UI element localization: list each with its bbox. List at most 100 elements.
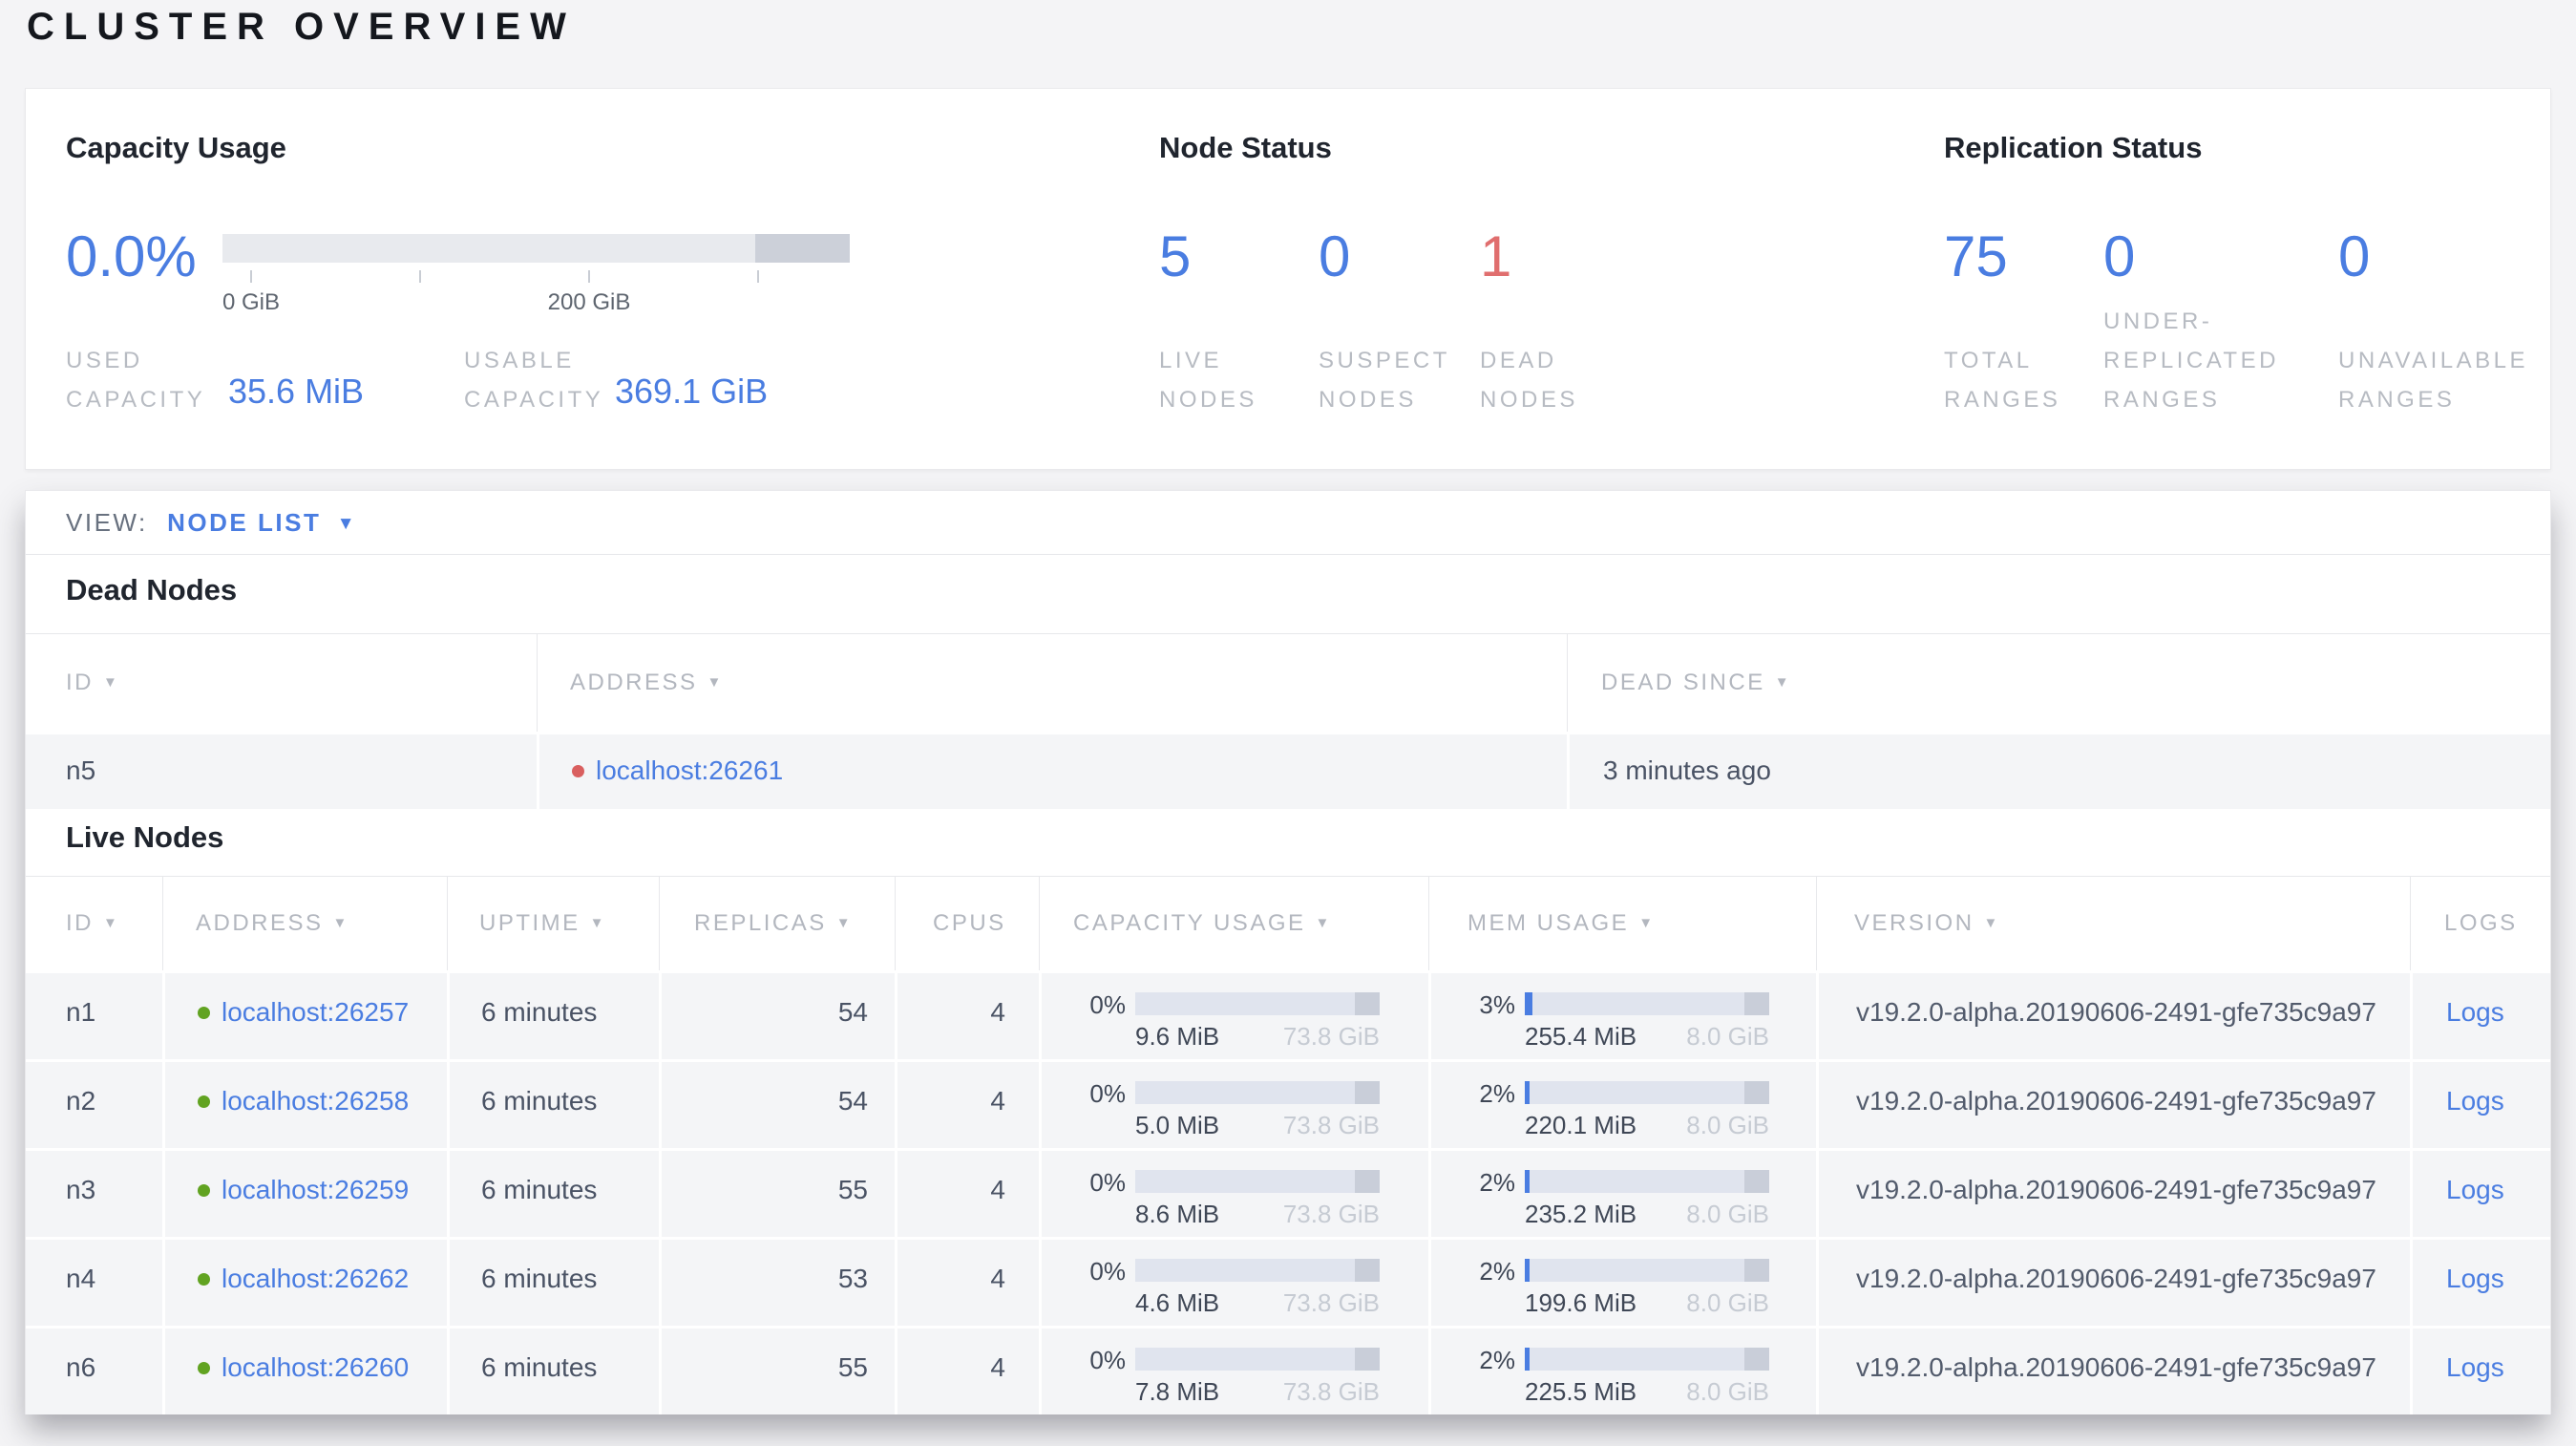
- node-logs-cell: Logs: [2410, 1237, 2550, 1326]
- unavailable-count: 0: [2338, 224, 2371, 288]
- node-capacity-usage: 0% 8.6 MiB 73.8 GiB: [1039, 1148, 1428, 1237]
- capacity-bar: [1135, 1348, 1380, 1371]
- logs-link[interactable]: Logs: [2446, 997, 2504, 1027]
- node-version: v19.2.0-alpha.20190606-2491-gfe735c9a97: [1816, 1059, 2410, 1148]
- dead-col-address[interactable]: ADDRESS ▼: [537, 633, 1567, 732]
- suspect-nodes-count: 0: [1319, 224, 1351, 288]
- page-title: CLUSTER OVERVIEW: [27, 6, 576, 48]
- node-address-cell: localhost:26259: [162, 1148, 447, 1237]
- dead-col-dead-since[interactable]: DEAD SINCE ▼: [1567, 633, 2550, 732]
- mem-total: 8.0 GiB: [1686, 1288, 1769, 1317]
- sort-arrow-icon: ▼: [1774, 674, 1792, 691]
- dead-col-id[interactable]: ID ▼: [26, 633, 537, 732]
- live-col-uptime[interactable]: UPTIME ▼: [447, 876, 659, 970]
- capacity-total: 73.8 GiB: [1282, 1111, 1380, 1139]
- logs-link[interactable]: Logs: [2446, 1264, 2504, 1293]
- mem-percent: 3%: [1479, 990, 1515, 1019]
- capacity-percent: 0%: [1089, 990, 1126, 1019]
- node-uptime: 6 minutes: [447, 1059, 659, 1148]
- node-uptime: 6 minutes: [447, 1237, 659, 1326]
- live-col-version[interactable]: VERSION ▼: [1816, 876, 2410, 970]
- capacity-used: 9.6 MiB: [1135, 1022, 1220, 1051]
- node-cpus: 4: [895, 1326, 1039, 1414]
- live-status-icon: [198, 1362, 210, 1374]
- cluster-overview-page: CLUSTER OVERVIEW Capacity Usage 0.0% 0 G…: [0, 0, 2576, 1446]
- dead-status-icon: [572, 765, 584, 777]
- sort-arrow-icon: ▼: [589, 915, 607, 931]
- live-col-address[interactable]: ADDRESS ▼: [162, 876, 447, 970]
- node-address-cell: localhost:26258: [162, 1059, 447, 1148]
- node-capacity-usage: 0% 5.0 MiB 73.8 GiB: [1039, 1059, 1428, 1148]
- dead-nodes-label: DEAD NODES: [1480, 348, 1578, 413]
- node-cpus: 4: [895, 970, 1039, 1059]
- node-address-link[interactable]: localhost:26260: [222, 1352, 409, 1382]
- live-nodes-heading: Live Nodes: [66, 820, 224, 854]
- capacity-total: 73.8 GiB: [1282, 1288, 1380, 1317]
- live-col-id[interactable]: ID ▼: [26, 876, 162, 970]
- node-logs-cell: Logs: [2410, 1326, 2550, 1414]
- usable-capacity-label: USABLE CAPACITY: [464, 348, 604, 413]
- node-address-cell: localhost:26260: [162, 1326, 447, 1414]
- sort-arrow-icon: ▼: [707, 674, 724, 691]
- capacity-total: 73.8 GiB: [1282, 1200, 1380, 1228]
- mem-bar: [1525, 1259, 1769, 1282]
- node-version: v19.2.0-alpha.20190606-2491-gfe735c9a97: [1816, 1237, 2410, 1326]
- capacity-bar: [1135, 1259, 1380, 1282]
- suspect-nodes-label: SUSPECT NODES: [1319, 348, 1450, 413]
- node-version: v19.2.0-alpha.20190606-2491-gfe735c9a97: [1816, 1326, 2410, 1414]
- total-ranges-label: TOTAL RANGES: [1944, 348, 2061, 413]
- node-logs-cell: Logs: [2410, 970, 2550, 1059]
- summary-card: Capacity Usage 0.0% 0 GiB 200 GiB USED C…: [25, 88, 2551, 470]
- node-address-cell: localhost:26257: [162, 970, 447, 1059]
- node-address-link[interactable]: localhost:26261: [596, 755, 783, 785]
- node-replicas: 53: [659, 1237, 895, 1326]
- node-mem-usage: 2% 220.1 MiB 8.0 GiB: [1428, 1059, 1816, 1148]
- node-address-link[interactable]: localhost:26262: [222, 1264, 409, 1293]
- mem-total: 8.0 GiB: [1686, 1200, 1769, 1228]
- node-mem-usage: 2% 225.5 MiB 8.0 GiB: [1428, 1326, 1816, 1414]
- capacity-percent: 0%: [1089, 1257, 1126, 1286]
- table-row: n3 localhost:26259 6 minutes 55 4 0% 8.6…: [26, 1148, 2550, 1237]
- node-address-link[interactable]: localhost:26257: [222, 997, 409, 1027]
- dead-nodes-heading: Dead Nodes: [66, 573, 238, 606]
- node-id: n1: [26, 970, 162, 1059]
- capacity-used: 4.6 MiB: [1135, 1288, 1220, 1317]
- chevron-down-icon[interactable]: ▼: [337, 514, 355, 534]
- mem-percent: 2%: [1479, 1346, 1515, 1374]
- node-cpus: 4: [895, 1059, 1039, 1148]
- capacity-usage-title: Capacity Usage: [66, 131, 286, 164]
- sort-arrow-icon: ▼: [103, 674, 120, 691]
- dead-node-address-cell: localhost:26261: [537, 732, 1567, 809]
- logs-link[interactable]: Logs: [2446, 1175, 2504, 1204]
- replication-status-title: Replication Status: [1944, 131, 2203, 164]
- live-nodes-label: LIVE NODES: [1159, 348, 1257, 413]
- capacity-used: 7.8 MiB: [1135, 1377, 1220, 1406]
- dead-nodes-count: 1: [1480, 224, 1512, 288]
- dead-node-id: n5: [26, 732, 537, 809]
- axis-tick: [419, 270, 421, 283]
- logs-link[interactable]: Logs: [2446, 1086, 2504, 1116]
- mem-total: 8.0 GiB: [1686, 1022, 1769, 1051]
- live-col-replicas[interactable]: REPLICAS ▼: [659, 876, 895, 970]
- node-address-link[interactable]: localhost:26259: [222, 1175, 409, 1204]
- mem-used: 235.2 MiB: [1525, 1200, 1637, 1228]
- node-replicas: 54: [659, 970, 895, 1059]
- axis-tick: [250, 270, 252, 283]
- live-col-mem[interactable]: MEM USAGE ▼: [1428, 876, 1816, 970]
- node-cpus: 4: [895, 1148, 1039, 1237]
- sort-arrow-icon: ▼: [835, 915, 854, 931]
- node-list-card: VIEW: NODE LIST ▼ Dead Nodes ID ▼ ADDRESS…: [25, 490, 2551, 1414]
- capacity-usage-bar: [222, 234, 850, 263]
- live-col-capacity[interactable]: CAPACITY USAGE ▼: [1039, 876, 1428, 970]
- node-address-link[interactable]: localhost:26258: [222, 1086, 409, 1116]
- sort-arrow-icon: ▼: [1315, 915, 1332, 931]
- logs-link[interactable]: Logs: [2446, 1352, 2504, 1382]
- capacity-bar: [1135, 1170, 1380, 1193]
- mem-bar: [1525, 1348, 1769, 1371]
- capacity-total: 73.8 GiB: [1282, 1022, 1380, 1051]
- view-selector[interactable]: NODE LIST: [167, 508, 321, 537]
- live-nodes-table: ID ▼ ADDRESS ▼ UPTIME ▼ REPLICAS ▼ CPUS CAPA…: [26, 876, 2550, 1414]
- node-logs-cell: Logs: [2410, 1059, 2550, 1148]
- axis-label-0gib: 0 GiB: [222, 289, 281, 315]
- sort-arrow-icon: ▼: [1983, 915, 2000, 931]
